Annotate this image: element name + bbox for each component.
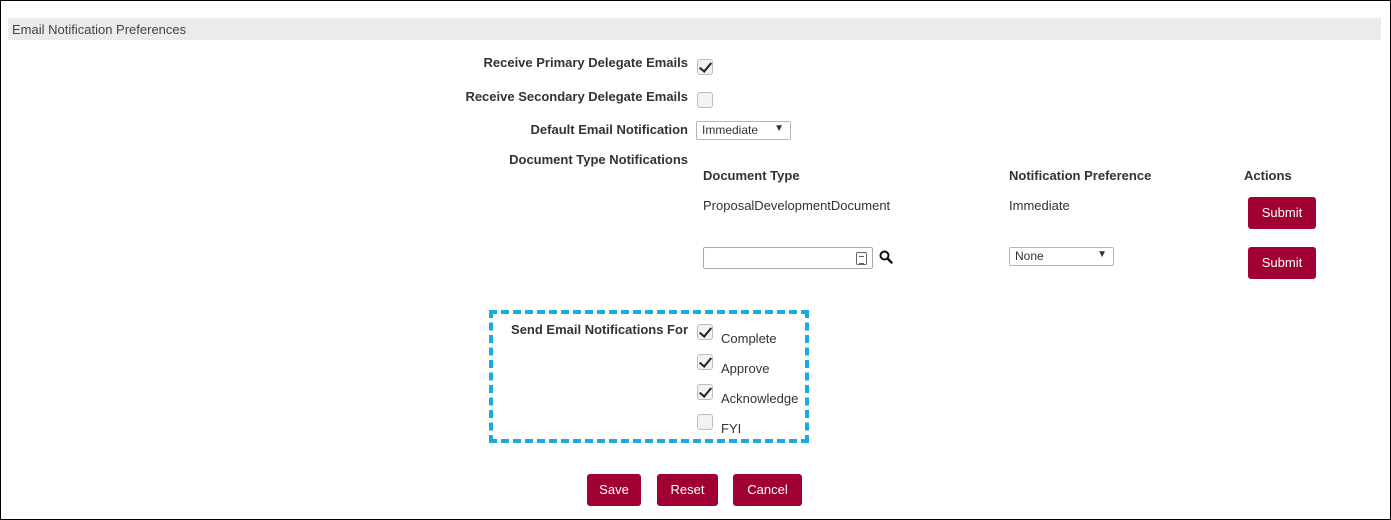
secondary-delegate-checkbox[interactable]	[697, 92, 713, 108]
approve-checkbox[interactable]	[697, 354, 713, 370]
approve-label: Approve	[721, 361, 770, 376]
acknowledge-checkbox[interactable]	[697, 384, 713, 400]
search-icon[interactable]	[879, 250, 893, 264]
default-notification-select[interactable]: Immediate ▼	[696, 121, 791, 140]
notification-pref-select[interactable]: None ▼	[1009, 247, 1114, 266]
doc-type-cell: ProposalDevelopmentDocument	[703, 198, 891, 213]
doc-type-input[interactable]	[703, 247, 873, 269]
pref-cell: Immediate	[1009, 198, 1070, 213]
default-notification-value: Immediate	[702, 123, 759, 137]
cancel-button[interactable]: Cancel	[733, 474, 802, 506]
acknowledge-label: Acknowledge	[721, 391, 799, 406]
new-row-submit-button[interactable]: Submit	[1248, 247, 1316, 279]
chevron-down-icon: ▼	[774, 123, 784, 134]
col-header-notification-preference: Notification Preference	[1009, 168, 1152, 183]
doc-type-notifications-label: Document Type Notifications	[509, 152, 688, 167]
primary-delegate-label: Receive Primary Delegate Emails	[483, 55, 688, 70]
notification-pref-value: None	[1015, 249, 1044, 263]
row-submit-button[interactable]: Submit	[1248, 197, 1316, 229]
section-title: Email Notification Preferences	[12, 22, 187, 37]
col-header-document-type: Document Type	[703, 168, 800, 183]
calendar-lookup-icon[interactable]	[856, 252, 867, 265]
section-header: Email Notification Preferences	[8, 18, 1381, 40]
default-notification-label: Default Email Notification	[530, 122, 688, 137]
save-button[interactable]: Save	[587, 474, 641, 506]
chevron-down-icon: ▼	[1097, 249, 1107, 260]
complete-checkbox[interactable]	[697, 324, 713, 340]
reset-button[interactable]: Reset	[657, 474, 718, 506]
secondary-delegate-label: Receive Secondary Delegate Emails	[465, 89, 688, 104]
primary-delegate-checkbox[interactable]	[697, 59, 713, 75]
fyi-checkbox[interactable]	[697, 414, 713, 430]
send-for-label: Send Email Notifications For	[511, 322, 688, 337]
fyi-label: FYI	[721, 421, 742, 436]
col-header-actions: Actions	[1244, 168, 1292, 183]
complete-label: Complete	[721, 331, 777, 346]
